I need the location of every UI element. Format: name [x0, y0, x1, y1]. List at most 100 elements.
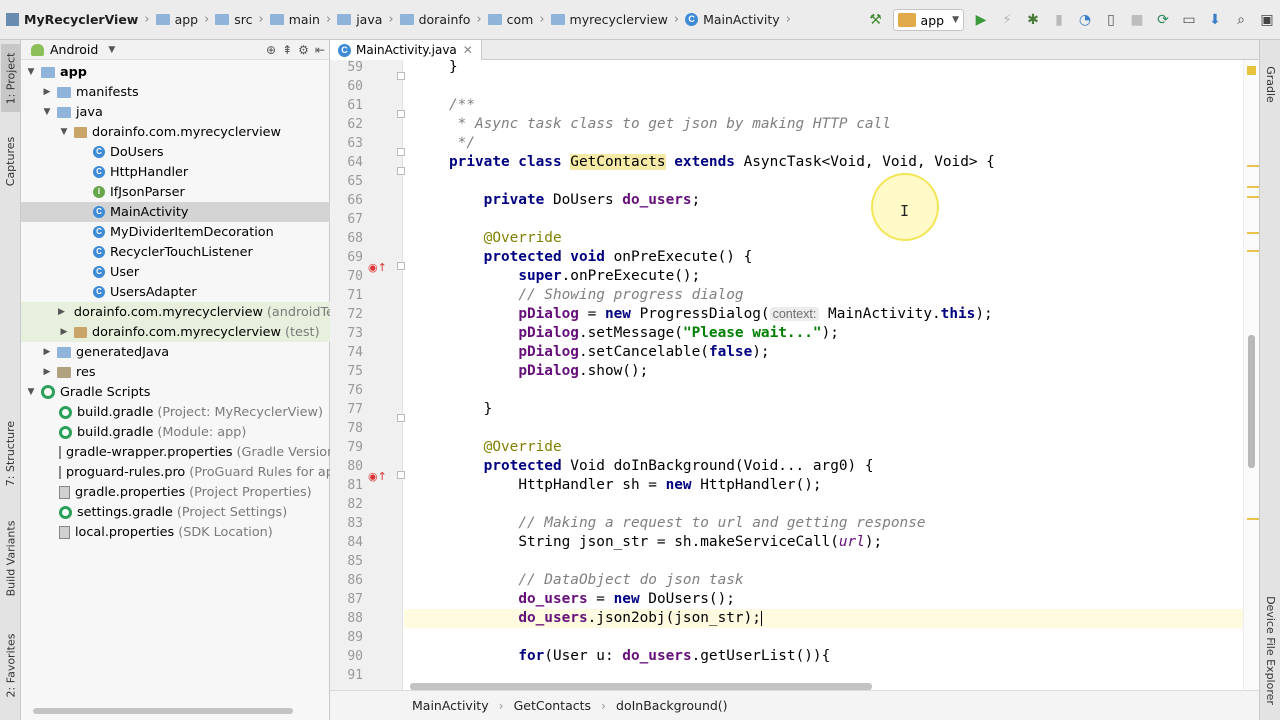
sync-gradle-icon[interactable]: ⟳ [1151, 8, 1175, 32]
tree-item-app[interactable]: ▼ app [21, 62, 330, 82]
target-icon[interactable]: ⊕ [266, 43, 276, 57]
breadcrumb-myrecyclerview[interactable]: myrecyclerview › [545, 0, 679, 40]
sdk-manager-icon[interactable]: ⬇ [1203, 8, 1227, 32]
breadcrumb-src[interactable]: src › [209, 0, 264, 40]
tree-item-gradle-scripts[interactable]: ▼ Gradle Scripts [21, 382, 330, 402]
tab-favorites[interactable]: 2: Favorites [1, 624, 20, 706]
warning-stripe[interactable] [1247, 165, 1259, 167]
chevron-down-icon: ▼ [952, 15, 959, 25]
code-line: for(User u: do_users.getUserList()){ [518, 648, 831, 664]
override-marker-icon[interactable]: ◉↑ [368, 258, 387, 277]
hammer-icon[interactable]: ⚒ [864, 8, 888, 32]
breadcrumb-mainactivity[interactable]: C MainActivity › [679, 0, 791, 40]
stop-icon[interactable]: ■ [1125, 8, 1149, 32]
project-panel: Android ▼ ⊕ ⇞ ⚙ ⇤ ▼ app ▶ manifests ▼ ja… [21, 40, 351, 720]
tree-item-generatedjava[interactable]: ▶ generatedJava [21, 342, 330, 362]
tab-structure[interactable]: 7: Structure [1, 412, 20, 494]
collapse-all-icon[interactable]: ⇞ [282, 43, 292, 57]
apply-changes-icon[interactable]: ⚡ [995, 8, 1019, 32]
warning-stripe[interactable] [1247, 186, 1259, 188]
code-editor[interactable]: } /** * Async task class to get json by … [404, 60, 1249, 680]
breadcrumb-java[interactable]: java › [331, 0, 394, 40]
tree-item-local-properties[interactable]: local.properties (SDK Location) [21, 522, 330, 542]
code-line: // Showing progress dialog [518, 287, 744, 303]
tree-item-proguard-rules[interactable]: proguard-rules.pro (ProGuard Rules for a… [21, 462, 347, 482]
expand-arrow-icon: ▼ [27, 387, 35, 397]
device-icon[interactable]: ▯ [1099, 8, 1123, 32]
attach-debugger-icon[interactable]: ◔ [1073, 8, 1097, 32]
folder-icon [57, 86, 71, 98]
tree-item-package[interactable]: ▼ dorainfo.com.myrecyclerview [21, 122, 330, 142]
line-number: 85 [347, 554, 363, 569]
debug-icon[interactable]: ✱ [1021, 8, 1045, 32]
tab-build-variants[interactable]: Build Variants [1, 510, 20, 606]
line-number-gutter[interactable]: 59 60 61 62 63 64 65 66 67 68 69 70 71 7… [330, 60, 405, 700]
breadcrumb-app[interactable]: app › [150, 0, 209, 40]
properties-file-icon [59, 445, 61, 459]
line-number: 90 [347, 649, 363, 664]
class-icon: C [93, 286, 105, 298]
tree-item-mainactivity[interactable]: C MainActivity [21, 202, 330, 222]
warning-stripe[interactable] [1247, 232, 1259, 234]
breadcrumb-com[interactable]: com › [482, 0, 545, 40]
breadcrumb-inner-class[interactable]: GetContacts [514, 698, 591, 713]
hide-panel-icon[interactable]: ⇤ [315, 43, 325, 57]
line-number: 76 [347, 383, 363, 398]
run-icon[interactable]: ▶ [969, 8, 993, 32]
gear-icon[interactable]: ⚙ [298, 43, 309, 57]
tree-item-build-gradle-project[interactable]: build.gradle (Project: MyRecyclerView) [21, 402, 330, 422]
line-number: 86 [347, 573, 363, 588]
class-icon: C [93, 166, 105, 178]
tree-item-ifjsonparser[interactable]: I IfJsonParser [21, 182, 330, 202]
tree-item-user[interactable]: C User [21, 262, 330, 282]
resources-folder-icon [57, 366, 71, 378]
search-icon[interactable]: ⌕ [1229, 8, 1253, 32]
tree-item-java[interactable]: ▼ java [21, 102, 330, 122]
warning-stripe[interactable] [1247, 518, 1259, 520]
tree-item-res[interactable]: ▶ res [21, 362, 330, 382]
tree-item-settings-gradle[interactable]: settings.gradle (Project Settings) [21, 502, 330, 522]
tab-captures[interactable]: Captures [1, 126, 20, 196]
tree-item-package-androidtest[interactable]: ▶ dorainfo.com.myrecyclerview (androidTe… [21, 302, 351, 322]
highlighted-symbol: GetContacts [570, 154, 666, 170]
breadcrumb-project[interactable]: MyRecyclerView › [0, 0, 150, 40]
tree-item-manifests[interactable]: ▶ manifests [21, 82, 330, 102]
warning-stripe[interactable] [1247, 196, 1259, 198]
folder-icon [399, 14, 414, 25]
tree-item-httphandler[interactable]: C HttpHandler [21, 162, 330, 182]
tree-item-usersadapter[interactable]: C UsersAdapter [21, 282, 330, 302]
warning-indicator-icon[interactable] [1247, 66, 1256, 75]
breadcrumb-main[interactable]: main › [264, 0, 331, 40]
tree-item-dousers[interactable]: C DoUsers [21, 142, 330, 162]
panel-horizontal-scrollbar[interactable] [33, 708, 293, 714]
code-line: HttpHandler sh = new HttpHandler(); [518, 477, 822, 493]
avd-manager-icon[interactable]: ▭ [1177, 8, 1201, 32]
breadcrumb-class[interactable]: MainActivity [412, 698, 489, 713]
tab-project[interactable]: 1: Project [1, 44, 20, 112]
profile-icon[interactable]: ▮ [1047, 8, 1071, 32]
breadcrumb-dorainfo[interactable]: dorainfo › [394, 0, 482, 40]
code-line: protected Void doInBackground(Void... ar… [483, 458, 874, 474]
tree-item-mydivideritemdecoration[interactable]: C MyDividerItemDecoration [21, 222, 330, 242]
override-marker-icon[interactable]: ◉↑ [368, 467, 387, 486]
panel-tools: ⊕ ⇞ ⚙ ⇤ [266, 40, 325, 60]
tree-item-gradle-wrapper-properties[interactable]: gradle-wrapper.properties (Gradle Versio… [21, 442, 340, 462]
navigation-bar: MyRecyclerView › app › src › main › java › do… [0, 0, 1280, 40]
tab-device-file-explorer[interactable]: Device File Explorer [1261, 580, 1280, 720]
tree-item-package-test[interactable]: ▶ dorainfo.com.myrecyclerview (test) [21, 322, 330, 342]
tree-item-build-gradle-module[interactable]: build.gradle (Module: app) [21, 422, 330, 442]
editor-vertical-scrollbar[interactable] [1248, 335, 1255, 468]
tree-item-recyclertouchlistener[interactable]: C RecyclerTouchListener [21, 242, 330, 262]
warning-stripe[interactable] [1247, 250, 1259, 252]
breadcrumb-method[interactable]: doInBackground() [616, 698, 728, 713]
layout-icon[interactable]: ▣ [1255, 8, 1279, 32]
left-tool-strip: 1: Project Captures 7: Structure Build V… [0, 40, 21, 720]
gradle-file-icon [59, 405, 72, 419]
tab-mainactivity[interactable]: C MainActivity.java ✕ [330, 40, 482, 60]
tree-item-gradle-properties[interactable]: gradle.properties (Project Properties) [21, 482, 330, 502]
tab-gradle[interactable]: Gradle [1261, 54, 1280, 114]
run-config-selector[interactable]: app ▼ [892, 9, 964, 31]
project-view-selector[interactable]: Android ▼ ⊕ ⇞ ⚙ ⇤ [21, 40, 329, 60]
close-icon[interactable]: ✕ [463, 43, 473, 57]
editor-horizontal-scrollbar[interactable] [410, 683, 872, 690]
